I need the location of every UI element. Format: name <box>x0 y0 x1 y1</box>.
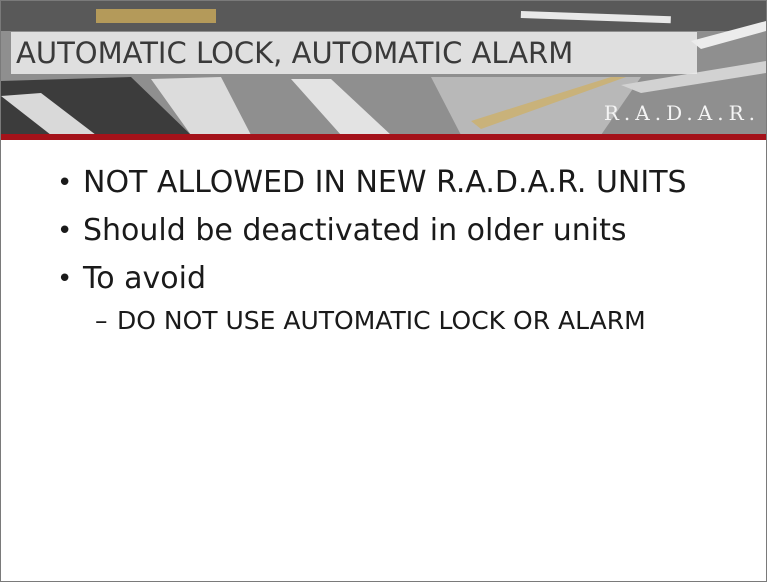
title-bar: AUTOMATIC LOCK, AUTOMATIC ALARM <box>11 32 697 74</box>
slide-title: AUTOMATIC LOCK, AUTOMATIC ALARM <box>16 36 574 70</box>
bullet-icon: • <box>57 168 73 198</box>
bullet-text: NOT ALLOWED IN NEW R.A.D.A.R. UNITS <box>83 165 687 200</box>
radar-logo-text: R.A.D.A.R. <box>603 101 760 125</box>
bullet-text: Should be deactivated in older units <box>83 213 627 248</box>
slide-content: • NOT ALLOWED IN NEW R.A.D.A.R. UNITS • … <box>51 159 751 339</box>
bullet-icon: • <box>57 264 73 294</box>
slide: AUTOMATIC LOCK, AUTOMATIC ALARM R.A.D.A.… <box>0 0 767 582</box>
bullet-icon: • <box>57 216 73 246</box>
sub-bullet-text: DO NOT USE AUTOMATIC LOCK OR ALARM <box>117 306 646 335</box>
bullet-text: To avoid <box>83 261 206 296</box>
bullet-item: • NOT ALLOWED IN NEW R.A.D.A.R. UNITS <box>51 159 751 207</box>
bullet-item: • To avoid <box>51 255 751 303</box>
dash-icon: – <box>95 306 108 335</box>
bullet-item: • Should be deactivated in older units <box>51 207 751 255</box>
sub-bullet-item: – DO NOT USE AUTOMATIC LOCK OR ALARM <box>51 303 751 339</box>
header-banner-image: AUTOMATIC LOCK, AUTOMATIC ALARM R.A.D.A.… <box>1 1 766 135</box>
header-divider <box>1 134 766 140</box>
